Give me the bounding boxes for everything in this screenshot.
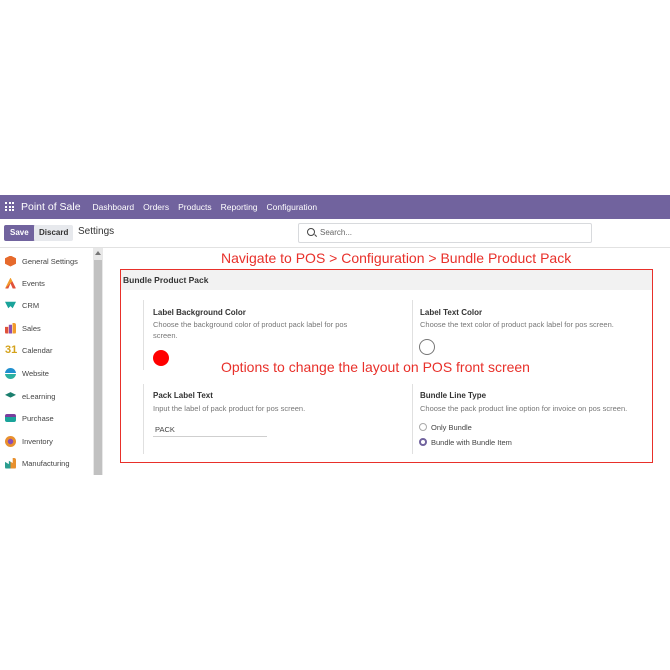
search-placeholder: Search... xyxy=(320,228,353,237)
inventory-box-icon xyxy=(5,435,16,447)
annotation-options: Options to change the layout on POS fron… xyxy=(221,359,530,375)
elearning-cap-icon xyxy=(5,392,16,398)
manufacturing-icon xyxy=(5,457,16,469)
page-title: Settings xyxy=(78,226,115,237)
search-icon xyxy=(307,228,315,236)
sidebar-item-label: Sales xyxy=(22,323,41,333)
nav-dashboard[interactable]: Dashboard xyxy=(93,202,135,212)
sidebar-item-manufacturing[interactable]: Manufacturing xyxy=(0,453,92,473)
discard-button[interactable]: Discard xyxy=(34,225,74,241)
annotation-navigate: Navigate to POS > Configuration > Bundle… xyxy=(221,250,572,266)
events-icon xyxy=(5,277,16,289)
sidebar-item-elearning[interactable]: eLearning xyxy=(0,386,92,406)
sidebar-item-website[interactable]: Website xyxy=(0,363,92,383)
sidebar-item-general-settings[interactable]: General Settings xyxy=(0,251,92,271)
sales-chart-icon xyxy=(5,322,16,334)
nav-configuration[interactable]: Configuration xyxy=(267,202,318,212)
website-globe-icon xyxy=(5,367,16,379)
sidebar-item-label: Website xyxy=(22,368,49,378)
nav-products[interactable]: Products xyxy=(178,202,212,212)
purchase-card-icon xyxy=(5,414,16,422)
top-navbar: Point of Sale Dashboard Orders Products … xyxy=(0,195,670,219)
sidebar-item-label: Inventory xyxy=(22,436,53,446)
sidebar-item-events[interactable]: Events xyxy=(0,273,92,293)
sidebar-item-purchase[interactable]: Purchase xyxy=(0,408,92,428)
apps-menu-icon[interactable] xyxy=(5,202,15,212)
sidebar-item-inventory[interactable]: Inventory xyxy=(0,431,92,451)
sidebar-scrollbar[interactable] xyxy=(93,248,103,475)
gear-cube-icon xyxy=(5,255,16,267)
sidebar-item-calendar[interactable]: 31 Calendar xyxy=(0,340,92,360)
nav-orders[interactable]: Orders xyxy=(143,202,169,212)
save-button[interactable]: Save xyxy=(4,225,35,241)
sidebar-item-label: Events xyxy=(22,278,45,288)
app-brand[interactable]: Point of Sale xyxy=(21,201,81,213)
settings-sidebar: General Settings Events CRM Sales 31 Cal… xyxy=(0,248,92,475)
crm-handshake-icon xyxy=(5,301,16,309)
sidebar-item-label: Purchase xyxy=(22,413,54,423)
search-input[interactable]: Search... xyxy=(298,223,592,243)
sidebar-item-crm[interactable]: CRM xyxy=(0,295,92,315)
nav-reporting[interactable]: Reporting xyxy=(221,202,258,212)
sidebar-item-label: Calendar xyxy=(22,345,53,355)
app-window: Point of Sale Dashboard Orders Products … xyxy=(0,195,670,475)
sidebar-item-label: General Settings xyxy=(22,256,78,266)
sidebar-item-label: CRM xyxy=(22,300,40,310)
sidebar-item-label: Manufacturing xyxy=(22,458,70,468)
sidebar-item-sales[interactable]: Sales xyxy=(0,318,92,338)
scroll-up-arrow-icon[interactable] xyxy=(95,251,101,255)
calendar-31-icon: 31 xyxy=(5,343,18,356)
scroll-thumb[interactable] xyxy=(94,260,102,475)
sidebar-item-label: eLearning xyxy=(22,391,56,401)
control-panel: Save Discard Settings Search... xyxy=(0,219,670,248)
